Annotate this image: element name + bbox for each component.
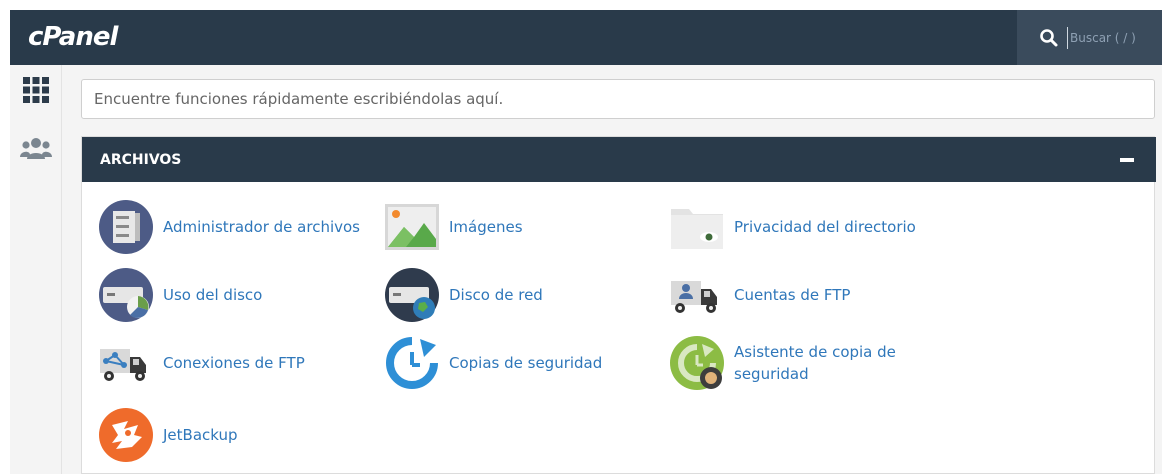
network-disk-link[interactable]: Disco de red [384, 267, 649, 323]
quick-search-input[interactable] [81, 79, 1155, 119]
main-content: ARCHIVOS Administrador de archivos [62, 65, 1162, 474]
files-panel: ARCHIVOS Administrador de archivos Imáge… [81, 136, 1156, 474]
directory-privacy-icon [671, 209, 723, 249]
images-link[interactable]: Imágenes [384, 199, 649, 255]
item-label: JetBackup [163, 426, 238, 444]
item-label: Asistente de copia de seguridad [734, 343, 896, 383]
item-label: Uso del disco [163, 286, 263, 304]
ftp-accounts-link[interactable]: Cuentas de FTP [669, 267, 934, 323]
jetbackup-link[interactable]: JetBackup [98, 407, 363, 463]
images-icon [385, 204, 439, 250]
search-icon[interactable] [1039, 28, 1059, 48]
item-label: Administrador de archivos [163, 218, 360, 236]
users-icon[interactable] [19, 135, 53, 163]
directory-privacy-link[interactable]: Privacidad del directorio [669, 199, 934, 255]
sidebar [10, 65, 62, 474]
item-label: Imágenes [449, 218, 523, 236]
ftp-connections-icon [100, 349, 146, 381]
cpanel-logo[interactable]: cPanel [28, 22, 118, 52]
file-manager-link[interactable]: Administrador de archivos [98, 199, 363, 255]
ftp-accounts-icon [671, 281, 717, 313]
network-disk-icon [385, 268, 439, 322]
backup-wizard-link[interactable]: Asistente de copia de seguridad [669, 335, 934, 391]
item-label: Privacidad del directorio [734, 218, 916, 236]
item-label: Copias de seguridad [449, 354, 603, 372]
jetbackup-icon [99, 408, 153, 462]
top-navbar: cPanel [10, 10, 1162, 65]
disk-usage-icon [99, 268, 153, 322]
item-label: Cuentas de FTP [734, 286, 851, 304]
backup-wizard-icon [670, 336, 724, 390]
file-manager-icon [99, 200, 153, 254]
global-search [1017, 10, 1162, 65]
collapse-icon[interactable] [1120, 158, 1134, 162]
backup-icon [386, 337, 438, 389]
ftp-connections-link[interactable]: Conexiones de FTP [98, 335, 363, 391]
disk-usage-link[interactable]: Uso del disco [98, 267, 363, 323]
panel-title: ARCHIVOS [100, 152, 182, 168]
backup-link[interactable]: Copias de seguridad [384, 335, 649, 391]
panel-header[interactable]: ARCHIVOS [82, 137, 1156, 182]
global-search-input[interactable] [1067, 27, 1157, 49]
grid-icon[interactable] [22, 76, 50, 104]
item-label: Conexiones de FTP [163, 354, 305, 372]
item-label: Disco de red [449, 286, 543, 304]
